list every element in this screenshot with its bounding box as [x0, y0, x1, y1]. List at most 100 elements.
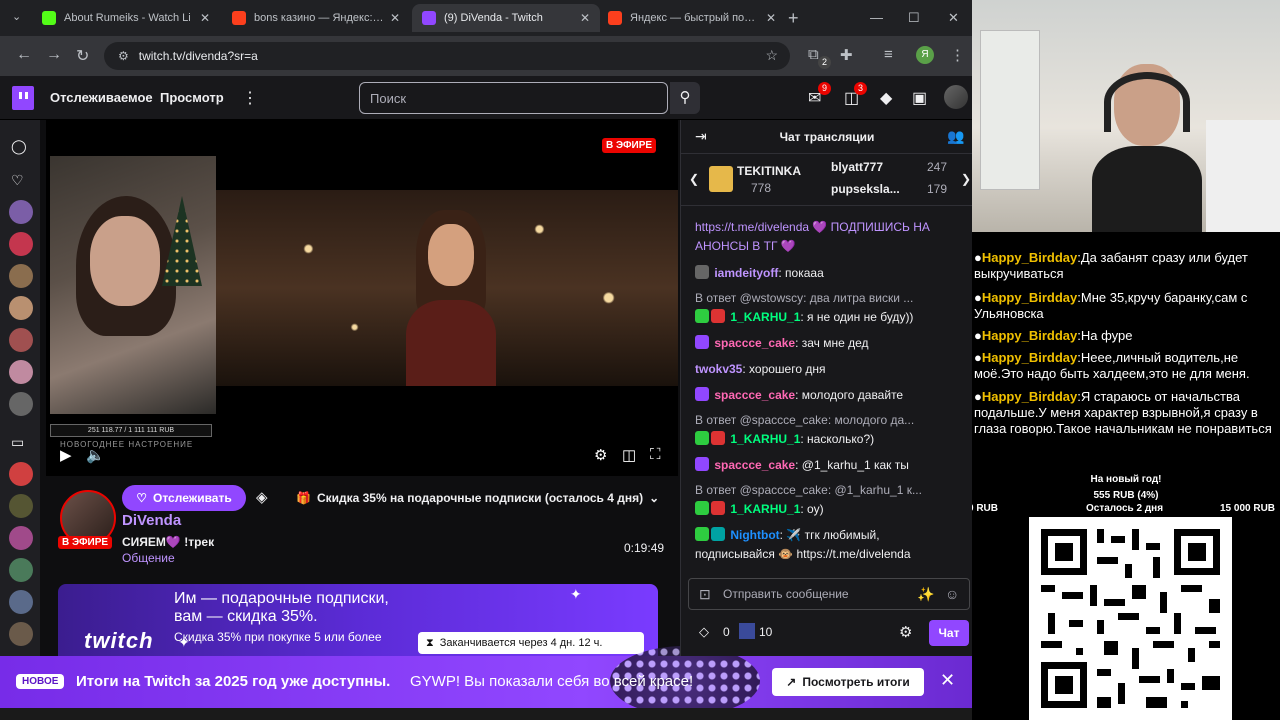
sparkle-icon: ✦ [570, 586, 582, 602]
sparkles-icon[interactable]: ✨ [917, 586, 934, 603]
chevron-left-icon[interactable]: ❮ [689, 172, 699, 186]
chat-username[interactable]: 1_KARHU_1 [730, 502, 800, 516]
followed-channel-avatar[interactable] [9, 360, 33, 384]
recommended-channel-avatar[interactable] [9, 462, 33, 486]
forward-icon[interactable]: → [46, 46, 62, 64]
more-menu-icon[interactable]: ⋮ [242, 88, 258, 108]
recommended-channel-avatar[interactable] [9, 590, 33, 614]
chat-username[interactable]: twokv35 [695, 362, 742, 376]
volume-icon[interactable]: 🔈 [86, 446, 105, 464]
chat-text: ✈️ тгк любимый, подписывайся 🐵 https://t… [695, 528, 911, 561]
collapse-sidebar-icon[interactable]: ◯ [11, 138, 27, 155]
overlay-caption: НОВОГОДНЕЕ НАСТРОЕНИЕ [60, 440, 194, 449]
chat-username[interactable]: 1_KARHU_1 [730, 310, 800, 324]
stream-category[interactable]: Общение [122, 551, 175, 565]
nav-browse[interactable]: Просмотр [160, 90, 224, 105]
recommended-channel-avatar[interactable] [9, 526, 33, 550]
search-input[interactable] [360, 83, 667, 113]
nav-following[interactable]: Отслеживаемое [50, 90, 153, 105]
maximize-icon[interactable]: ☐ [908, 10, 920, 26]
fullscreen-icon[interactable]: ⛶ [650, 446, 661, 463]
tab-divenda-twitch[interactable]: (9) DiVenda - Twitch ✕ [412, 4, 600, 32]
site-info-icon[interactable]: ⚙ [118, 49, 129, 63]
gift-promo-dropdown[interactable]: 🎁 Скидка 35% на подарочные подписки (ост… [286, 485, 678, 511]
chevron-right-icon[interactable]: ❯ [961, 172, 971, 186]
channel-points-icon[interactable]: ◇ [699, 624, 709, 640]
play-icon[interactable]: ▶ [60, 446, 72, 464]
close-icon[interactable]: ✕ [200, 11, 210, 25]
close-icon[interactable]: ✕ [390, 11, 400, 25]
close-icon[interactable]: ✕ [580, 11, 590, 25]
recommended-channel-avatar[interactable] [9, 558, 33, 582]
goal-min: 0 RUB [972, 503, 999, 514]
left-sidebar: ◯ ♡ ▭ [0, 120, 40, 660]
puzzle-extensions-icon[interactable]: ✚ [840, 46, 853, 64]
channel-name[interactable]: DiVenda [122, 512, 181, 529]
tab-label: About Rumeiks - Watch Li [64, 12, 191, 24]
tab-yandex-search[interactable]: Яндекс — быстрый поиск ✕ [598, 4, 786, 32]
tab-bar: ⌄ About Rumeiks - Watch Li ✕ bons казино… [0, 0, 972, 36]
verified-badge-icon [695, 501, 709, 515]
leader-name[interactable]: blyatt777 [831, 160, 883, 174]
chat-settings-icon[interactable]: ⚙ [899, 623, 912, 641]
chat-username[interactable]: spaccce_cake [714, 336, 795, 350]
chat-username[interactable]: 1_KARHU_1 [730, 432, 800, 446]
leader-name[interactable]: pupseksla... [831, 182, 900, 196]
search-icon[interactable]: ⚲ [670, 82, 700, 114]
minimize-icon[interactable]: — [870, 10, 883, 25]
media-controls-icon[interactable]: ≡ [884, 46, 893, 63]
followed-channel-avatar[interactable] [9, 296, 33, 320]
followed-channel-avatar[interactable] [9, 392, 33, 416]
browser-menu-icon[interactable]: ⋮ [950, 46, 965, 64]
tab-yandex-bons[interactable]: bons казино — Яндекс: на ✕ [222, 4, 410, 32]
window-close-icon[interactable]: ✕ [948, 10, 959, 26]
video-icon[interactable]: ▭ [11, 434, 24, 451]
followed-channel-avatar[interactable] [9, 200, 33, 224]
bits-icon[interactable]: ▣ [912, 88, 927, 108]
arrow-icon: ↗ [786, 675, 797, 689]
heart-icon[interactable]: ♡ [11, 172, 24, 189]
video-player[interactable]: В ЭФИРЕ 251 118.77 / 1 111 111 RUB НОВОГ… [46, 120, 678, 476]
view-recap-button[interactable]: ↗ Посмотреть итоги [772, 668, 924, 696]
theatre-mode-icon[interactable]: ◫ [622, 446, 636, 464]
settings-icon[interactable]: ⚙ [594, 446, 607, 464]
user-avatar[interactable] [944, 85, 968, 109]
recommended-channel-avatar[interactable] [9, 622, 33, 646]
twitch-logo-icon[interactable] [12, 86, 34, 110]
gift-sub-icon[interactable]: ◈ [256, 488, 268, 506]
close-icon[interactable]: ✕ [940, 670, 955, 691]
chat-reply: В ответ @spaccce_cake: молодого да... [695, 411, 961, 430]
chat-username[interactable]: spaccce_cake [714, 458, 795, 472]
inbox-badge: 9 [818, 82, 832, 95]
url-field[interactable]: ⚙ twitch.tv/divenda?sr=a ☆ [104, 42, 790, 70]
goal-title: На новый год! [1090, 474, 1162, 485]
chat-send-button[interactable]: Чат [929, 620, 969, 646]
recommended-channel-avatar[interactable] [9, 494, 33, 518]
extension-badge: 2 [818, 56, 832, 69]
chat-username[interactable]: spaccce_cake [714, 388, 795, 402]
points-reward-icon[interactable]: ⊡ [699, 586, 711, 603]
notification-subtext: GYWP! Вы показали себя во всей красе! [410, 673, 694, 690]
tab-search-icon[interactable]: ⌄ [12, 10, 21, 23]
follow-button[interactable]: ♡ Отслеживать [122, 485, 246, 511]
chat-username[interactable]: iamdeityoff [714, 266, 778, 280]
tab-rumeiks[interactable]: About Rumeiks - Watch Li ✕ [32, 4, 220, 32]
crown-icon[interactable]: ◆ [880, 88, 892, 108]
leader-name[interactable]: TEKITINKA [737, 164, 801, 178]
reload-icon[interactable]: ↻ [76, 46, 89, 66]
gift-sub-banner[interactable]: ✦ ✦ twitch Им — подарочные подписки, вам… [58, 584, 658, 656]
followed-channel-avatar[interactable] [9, 328, 33, 352]
bookmark-star-icon[interactable]: ☆ [765, 47, 778, 64]
followed-channel-avatar[interactable] [9, 264, 33, 288]
chat-username[interactable]: Nightbot [730, 528, 779, 542]
close-icon[interactable]: ✕ [766, 11, 776, 25]
emoji-icon[interactable]: ☺ [945, 586, 959, 602]
community-icon[interactable]: 👥 [947, 128, 964, 145]
back-icon[interactable]: ← [16, 46, 32, 64]
chat-text: https://t.me/divelenda 💜 ПОДПИШИСЬ НА АН… [695, 220, 930, 253]
new-tab-icon[interactable]: + [788, 8, 799, 29]
chat-input[interactable]: ⊡ Отправить сообщение ✨ ☺ [688, 578, 970, 610]
followed-channel-avatar[interactable] [9, 232, 33, 256]
stream-overlay: ●Happy_Birdday:Да забанят сразу или буде… [972, 0, 1280, 720]
profile-avatar[interactable]: Я [916, 46, 934, 64]
